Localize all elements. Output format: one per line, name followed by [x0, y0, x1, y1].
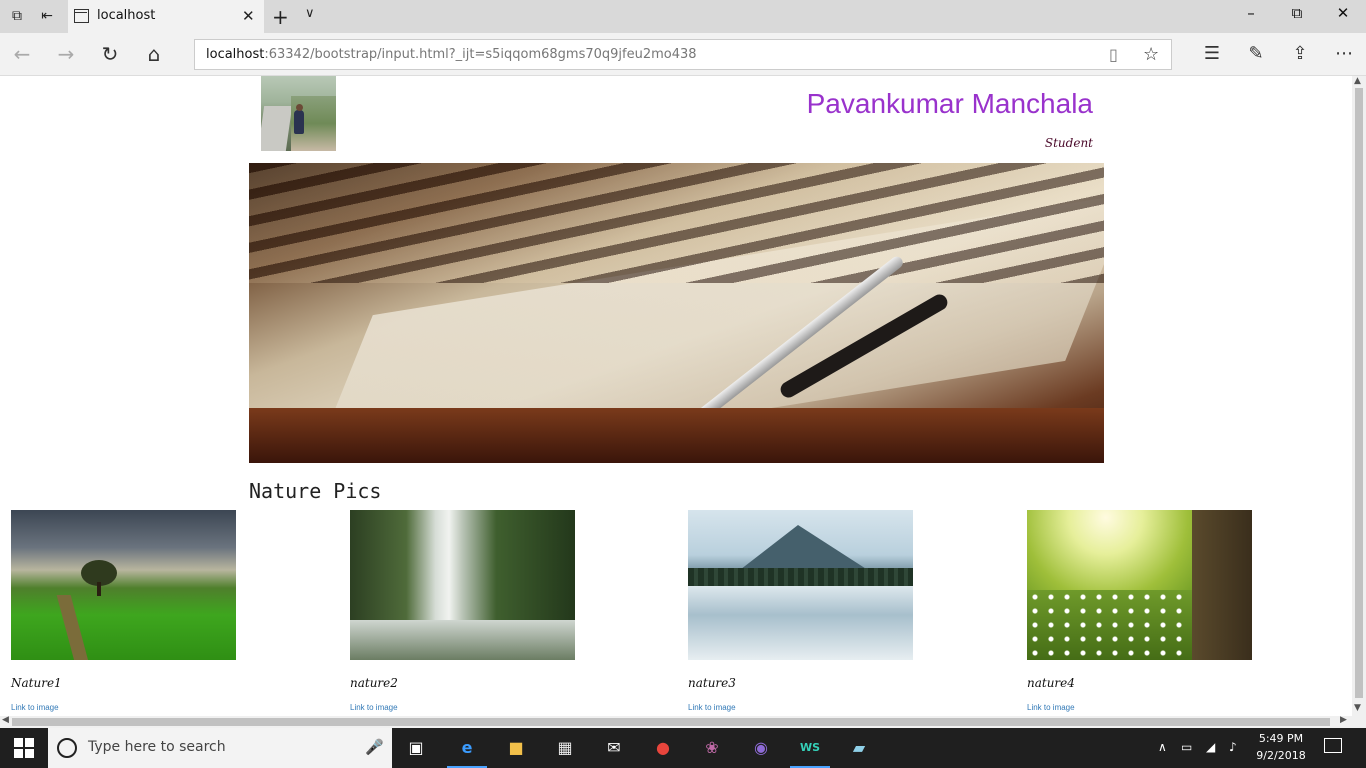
clock-date[interactable]: 9/2/2018 [1254, 749, 1308, 762]
address-toolbar: ← → ↻ ⌂ localhost:63342/bootstrap/input.… [0, 33, 1366, 76]
microphone-icon[interactable]: 🎤 [365, 738, 384, 756]
notepad-icon[interactable]: ▰ [845, 734, 873, 762]
set-aside-tabs-icon[interactable]: ⇤ [38, 8, 56, 24]
card-caption: nature3 [688, 676, 736, 690]
card-caption: nature2 [350, 676, 398, 690]
scroll-down-icon[interactable]: ▼ [1354, 703, 1361, 713]
minimize-button[interactable]: – [1236, 4, 1266, 22]
new-tab-button[interactable]: + [272, 5, 289, 29]
horizontal-scrollbar[interactable]: ◀ ▶ [0, 715, 1352, 728]
browser-tab-bar: ⧉ ⇤ localhost ✕ + ∨ – ⧉ ✕ [0, 0, 1366, 33]
subtitle-role: Student [1044, 136, 1093, 150]
taskbar: Type here to search 🎤 ▣ e ■ ▦ ✉ ● ❀ ◉ WS… [0, 728, 1366, 768]
nature-image-3 [688, 510, 913, 660]
image-link[interactable]: Link to image [11, 703, 59, 712]
favorite-star-icon[interactable]: ☆ [1143, 44, 1159, 65]
close-window-button[interactable]: ✕ [1328, 4, 1358, 22]
mail-icon[interactable]: ✉ [600, 734, 628, 762]
tab-localhost[interactable]: localhost ✕ [68, 0, 264, 33]
task-view-icon[interactable]: ▣ [402, 734, 430, 762]
clock-time[interactable]: 5:49 PM [1256, 732, 1306, 745]
section-heading: Nature Pics [249, 479, 382, 503]
more-menu-icon[interactable]: ⋯ [1330, 43, 1358, 64]
wifi-icon[interactable]: ◢ [1206, 740, 1215, 754]
profile-photo [261, 76, 336, 151]
volume-icon[interactable]: ♪ [1229, 740, 1237, 754]
tab-manager-icon[interactable]: ⧉ [8, 8, 26, 24]
refresh-button[interactable]: ↻ [96, 43, 124, 65]
vertical-scrollbar[interactable]: ▲ ▼ [1352, 76, 1366, 716]
scroll-up-icon[interactable]: ▲ [1354, 76, 1361, 86]
forward-button[interactable]: → [52, 43, 80, 65]
notification-icon[interactable] [1324, 738, 1342, 753]
image-link[interactable]: Link to image [688, 703, 736, 712]
page-icon [74, 9, 89, 23]
home-button[interactable]: ⌂ [140, 43, 168, 65]
url-text: localhost:63342/bootstrap/input.html?_ij… [206, 47, 697, 62]
close-tab-icon[interactable]: ✕ [242, 7, 255, 25]
page-title: Pavankumar Manchala [806, 88, 1093, 119]
nature-image-1 [11, 510, 236, 660]
favorites-hub-icon[interactable]: ☰ [1198, 43, 1226, 64]
taskbar-search-input[interactable]: Type here to search 🎤 [48, 728, 392, 768]
chevron-up-icon[interactable]: ∧ [1158, 740, 1167, 754]
store-icon[interactable]: ▦ [551, 734, 579, 762]
battery-icon[interactable]: ▭ [1181, 740, 1192, 754]
scroll-left-icon[interactable]: ◀ [2, 715, 9, 725]
cortana-icon [57, 738, 77, 758]
reading-view-icon[interactable]: ▯ [1109, 45, 1118, 64]
vertical-scroll-thumb[interactable] [1355, 88, 1363, 698]
hero-image [249, 163, 1104, 463]
search-placeholder: Type here to search [88, 739, 226, 755]
image-link[interactable]: Link to image [350, 703, 398, 712]
image-link[interactable]: Link to image [1027, 703, 1075, 712]
nature-image-4 [1027, 510, 1252, 660]
card-caption: nature4 [1027, 676, 1075, 690]
card-caption: Nature1 [11, 676, 62, 690]
app-icon[interactable]: ◉ [747, 734, 775, 762]
edge-browser-icon[interactable]: e [447, 734, 487, 768]
restore-button[interactable]: ⧉ [1282, 4, 1312, 22]
page-viewport: Pavankumar Manchala Student Nature Pics … [0, 76, 1352, 716]
nature-image-2 [350, 510, 575, 660]
chevron-down-icon[interactable]: ∨ [305, 6, 315, 21]
paint-icon[interactable]: ❀ [698, 734, 726, 762]
back-button[interactable]: ← [8, 43, 36, 65]
horizontal-scroll-thumb[interactable] [12, 718, 1330, 726]
scroll-right-icon[interactable]: ▶ [1340, 715, 1347, 725]
webstorm-icon[interactable]: WS [790, 734, 830, 768]
share-icon[interactable]: ⇪ [1286, 43, 1314, 64]
tab-title: localhost [97, 8, 156, 23]
web-note-icon[interactable]: ✎ [1242, 43, 1270, 64]
address-input[interactable]: localhost:63342/bootstrap/input.html?_ij… [194, 39, 1172, 70]
file-explorer-icon[interactable]: ■ [502, 734, 530, 762]
scroll-corner [1352, 716, 1366, 728]
chrome-icon[interactable]: ● [649, 734, 677, 762]
start-button[interactable] [14, 738, 34, 758]
